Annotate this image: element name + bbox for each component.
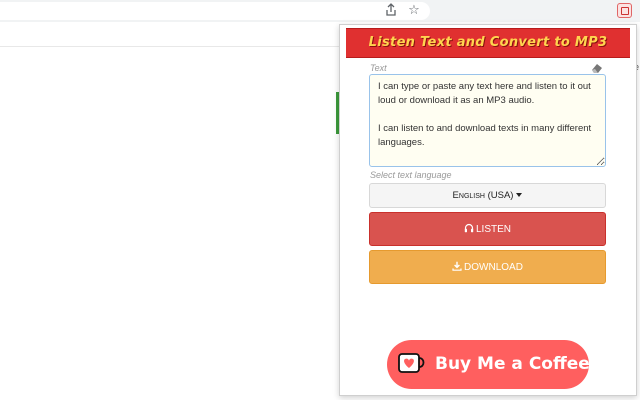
listen-label: LISTEN — [475, 224, 511, 235]
banner-title: Listen Text and Convert to MP3 — [368, 35, 608, 50]
share-icon[interactable] — [383, 3, 399, 19]
address-bar[interactable] — [0, 2, 430, 20]
download-glyph — [452, 261, 462, 271]
eraser-icon[interactable] — [590, 61, 604, 73]
coffee-cup-glyph — [398, 353, 425, 373]
eraser-icon-glyph — [592, 64, 602, 73]
buy-me-a-coffee-button[interactable]: Buy Me a Coffee — [387, 340, 590, 389]
extension-icon[interactable] — [617, 3, 632, 18]
chevron-down-icon — [516, 193, 523, 198]
listen-button[interactable]: LISTEN — [369, 212, 606, 246]
download-icon — [452, 261, 462, 274]
coffee-label: Buy Me a Coffee — [435, 354, 590, 374]
share-icon-glyph — [386, 3, 396, 16]
star-icon[interactable]: ☆ — [406, 3, 422, 19]
headphones-glyph — [464, 223, 474, 233]
language-label: Select text language — [370, 170, 452, 180]
text-input[interactable] — [369, 74, 606, 167]
extension-popup: Listen Text and Convert to MP3 Text Sele… — [339, 24, 637, 396]
language-selected-value: English (USA) — [452, 190, 514, 201]
page-divider — [0, 46, 340, 47]
browser-toolbar: ☆ — [0, 0, 640, 22]
popup-banner: Listen Text and Convert to MP3 — [346, 28, 630, 58]
text-label: Text — [370, 63, 387, 73]
language-select[interactable]: English (USA) — [369, 183, 606, 208]
headphones-icon — [464, 223, 474, 236]
download-button[interactable]: DOWNLOAD — [369, 250, 606, 284]
coffee-cup-heart-icon — [398, 353, 425, 375]
download-label: DOWNLOAD — [464, 262, 523, 273]
